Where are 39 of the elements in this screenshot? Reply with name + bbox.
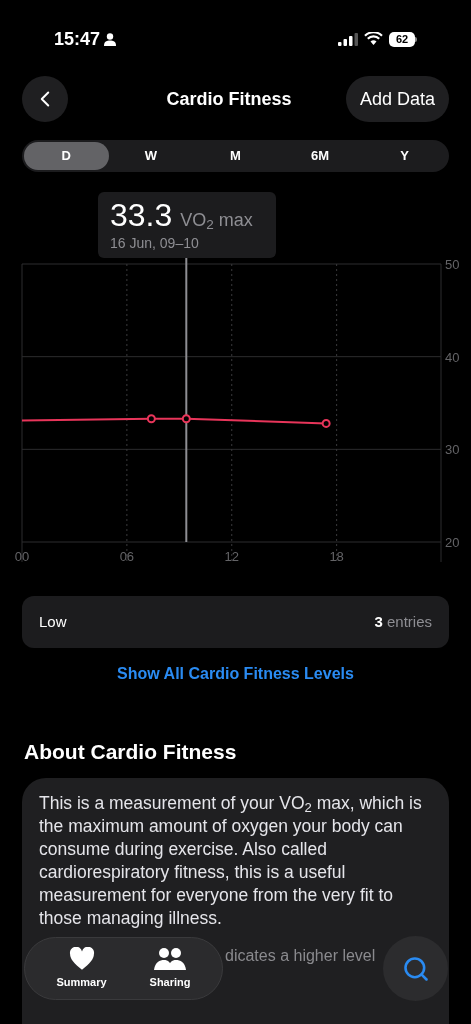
section-heading: About Cardio Fitness — [24, 739, 238, 765]
range-tab[interactable]: 6M — [277, 142, 363, 170]
level-label: Low — [39, 611, 67, 632]
axis-label: 12 — [224, 549, 239, 564]
date-label: 16 Jun, 09–10 — [110, 234, 200, 252]
value-reading: 33.3 — [110, 196, 173, 234]
person-icon — [104, 32, 117, 46]
tab-bar-item[interactable]: Summary — [56, 946, 107, 991]
signal-icon — [338, 32, 358, 46]
screen-title: Cardio Fitness — [166, 87, 292, 111]
show-levels-link[interactable]: Show All Cardio Fitness Levels — [117, 662, 354, 686]
range-tab[interactable]: D — [24, 142, 109, 170]
data-point — [181, 414, 191, 424]
wifi-icon — [364, 32, 383, 46]
tab-bar-item[interactable]: Sharing — [149, 946, 191, 991]
unit-label: VO$_{2}$ max — [180, 209, 253, 234]
range-tab[interactable]: M — [193, 142, 278, 170]
axis-label: 18 — [329, 549, 344, 564]
axis-label: 00 — [14, 549, 30, 564]
heart-icon — [68, 946, 95, 971]
axis-label: 20 — [445, 535, 460, 550]
range-tab[interactable]: Y — [362, 142, 447, 170]
data-point — [146, 414, 156, 424]
axis-label: 06 — [119, 549, 135, 564]
search-icon — [401, 954, 430, 983]
people-icon — [153, 946, 188, 971]
clock-time: 15:47 — [54, 27, 101, 51]
faded-text: dicates a higher level — [225, 945, 377, 966]
add-data-button[interactable]: Add Data — [345, 76, 449, 122]
entries-count: 3 entries — [374, 611, 432, 632]
data-point — [321, 418, 331, 428]
range-tab[interactable]: W — [108, 142, 194, 170]
axis-label: 50 — [445, 257, 460, 272]
info-text: This is a measurement of your VO$_{2}$ max, which is the maximum amount of oxygen your body can consume during exercise. Also called cardiorespiratory fitness, this is a useful measurement for everyone from the very fit to those managing illness. — [39, 791, 423, 930]
back-button[interactable] — [22, 76, 68, 122]
battery-icon: 62 — [389, 31, 417, 47]
summary-row[interactable]: Low 3 entries — [22, 596, 449, 648]
axis-label: 30 — [445, 442, 460, 458]
axis-label: 40 — [445, 349, 460, 365]
